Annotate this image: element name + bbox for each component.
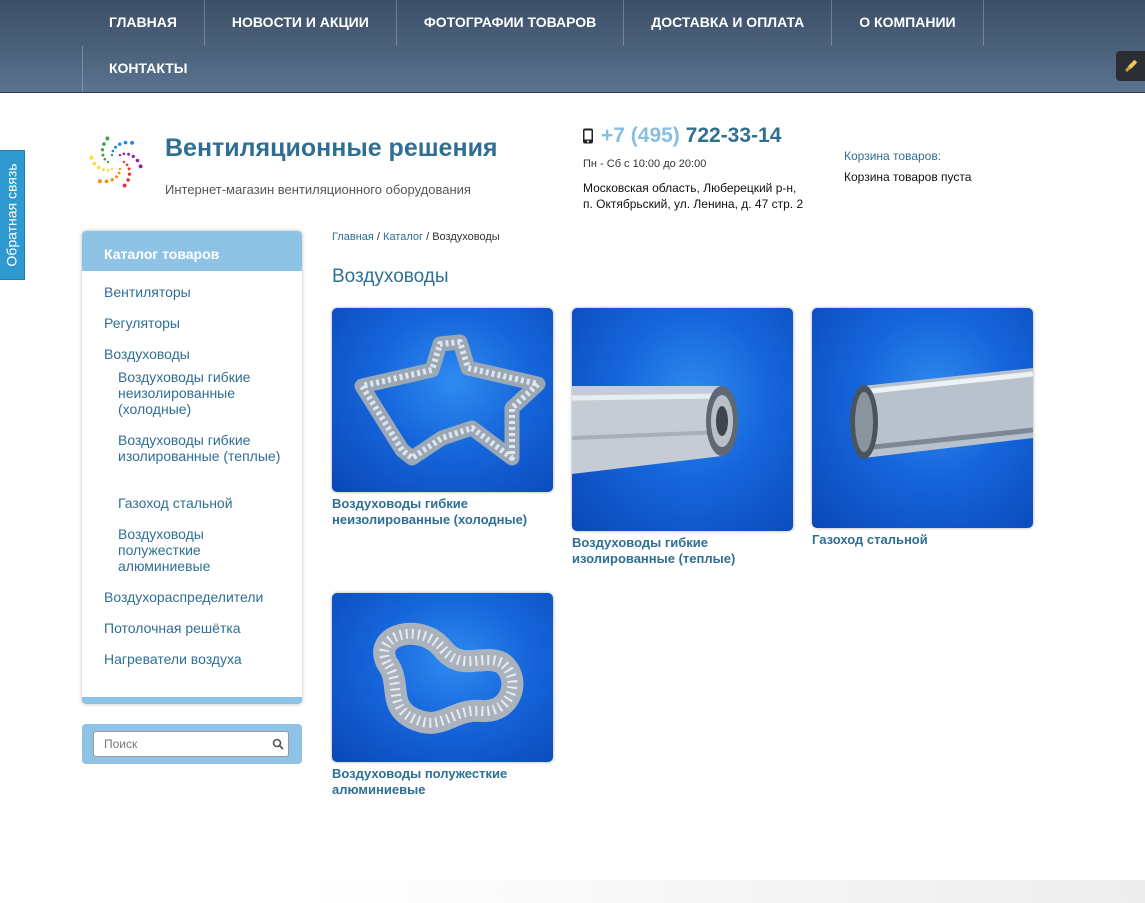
catalog-title: Каталог товаров: [82, 231, 302, 271]
search-icon[interactable]: [272, 738, 284, 750]
product-card[interactable]: Воздуховоды гибкие изолированные (теплые…: [572, 308, 793, 567]
search-input[interactable]: [93, 731, 289, 757]
breadcrumb-sep: /: [423, 231, 433, 243]
duct-aluminum-image: [373, 622, 524, 734]
cart-status: Корзина товаров пуста: [844, 170, 972, 184]
search-box: [82, 724, 302, 764]
product-name[interactable]: Воздуховоды полужесткие алюминиевые: [332, 766, 553, 798]
catalog-subitem-flexible-cold[interactable]: Воздуховоды гибкие неизолированные (холо…: [118, 369, 288, 417]
nav-row-1: ГЛАВНАЯ НОВОСТИ И АКЦИИ ФОТОГРАФИИ ТОВАР…: [82, 0, 984, 46]
catalog-footer: [82, 697, 302, 704]
site-subtitle: Интернет-магазин вентиляционного оборудо…: [165, 182, 471, 197]
top-navigation: ГЛАВНАЯ НОВОСТИ И АКЦИИ ФОТОГРАФИИ ТОВАР…: [0, 0, 1145, 93]
duct-star-image: [354, 334, 546, 466]
breadcrumb-home[interactable]: Главная: [332, 231, 374, 243]
duct-insulated-image: [572, 386, 738, 474]
catalog-sidebar: Каталог товаров Вентиляторы Регуляторы В…: [82, 231, 302, 704]
nav-item-photos[interactable]: ФОТОГРАФИИ ТОВАРОВ: [397, 0, 625, 46]
address-line-1: Московская область, Люберецкий р-н,: [583, 181, 797, 195]
breadcrumb-catalog[interactable]: Каталог: [383, 231, 423, 243]
product-name[interactable]: Воздуховоды гибкие изолированные (теплые…: [572, 535, 793, 567]
product-image[interactable]: [812, 308, 1033, 528]
breadcrumb-sep: /: [373, 231, 384, 243]
catalog-item-diffusers[interactable]: Воздухораспределители: [104, 589, 263, 605]
catalog-item-regulators[interactable]: Регуляторы: [104, 315, 180, 331]
nav-item-about[interactable]: О КОМПАНИИ: [832, 0, 984, 46]
product-image[interactable]: [332, 308, 553, 492]
nav-item-contacts[interactable]: КОНТАКТЫ: [82, 46, 214, 92]
nav-item-news[interactable]: НОВОСТИ И АКЦИИ: [205, 0, 397, 46]
catalog-item-ceiling-grille[interactable]: Потолочная решётка: [104, 620, 241, 636]
working-hours: Пн - Сб с 10:00 до 20:00: [583, 158, 707, 170]
nav-item-delivery[interactable]: ДОСТАВКА И ОПЛАТА: [624, 0, 833, 46]
catalog-item-fans[interactable]: Вентиляторы: [104, 284, 191, 300]
duct-steel-image: [850, 368, 1033, 459]
page-bottom-shadow: [300, 880, 1145, 903]
product-name[interactable]: Воздуховоды гибкие неизолированные (холо…: [332, 496, 553, 528]
phone-code: +7 (495): [601, 124, 680, 147]
product-image[interactable]: [572, 308, 793, 531]
product-card[interactable]: Газоход стальной: [812, 308, 1033, 548]
address-line-2: п. Октябрьский, ул. Ленина, д. 47 стр. 2: [583, 197, 804, 211]
catalog-item-ducts[interactable]: Воздуховоды: [104, 346, 190, 362]
product-card[interactable]: Воздуховоды гибкие неизолированные (холо…: [332, 308, 553, 528]
page-title: Воздуховоды: [332, 266, 449, 287]
tool-button[interactable]: [1116, 51, 1145, 81]
product-name[interactable]: Газоход стальной: [812, 532, 1033, 548]
phone-main: 722-33-14: [685, 124, 782, 147]
site-title[interactable]: Вентиляционные решения: [165, 134, 498, 163]
feedback-tab[interactable]: Обратная связь: [0, 150, 25, 280]
feedback-label: Обратная связь: [4, 163, 20, 267]
catalog-subitem-semirigid[interactable]: Воздуховоды полужесткие алюминиевые: [118, 526, 288, 574]
breadcrumb-current: Воздуховоды: [432, 231, 500, 243]
product-image[interactable]: [332, 593, 553, 762]
tool-icon: [1124, 60, 1137, 73]
nav-item-home[interactable]: ГЛАВНАЯ: [82, 0, 205, 46]
phone-icon: [583, 128, 593, 144]
cart-label[interactable]: Корзина товаров:: [844, 149, 941, 163]
phone-number: +7 (495) 722-33-14: [601, 124, 781, 148]
catalog-item-air-heaters[interactable]: Нагреватели воздуха: [104, 651, 242, 667]
catalog-subitem-steel-flue[interactable]: Газоход стальной: [118, 495, 288, 511]
breadcrumb: Главная / Каталог / Воздуховоды: [332, 231, 500, 243]
address: Московская область, Люберецкий р-н, п. О…: [583, 180, 803, 212]
catalog-subitem-flexible-warm[interactable]: Воздуховоды гибкие изолированные (теплые…: [118, 432, 288, 464]
logo-icon: [89, 136, 143, 188]
nav-row-2: КОНТАКТЫ: [82, 46, 214, 92]
product-card[interactable]: Воздуховоды полужесткие алюминиевые: [332, 593, 553, 798]
